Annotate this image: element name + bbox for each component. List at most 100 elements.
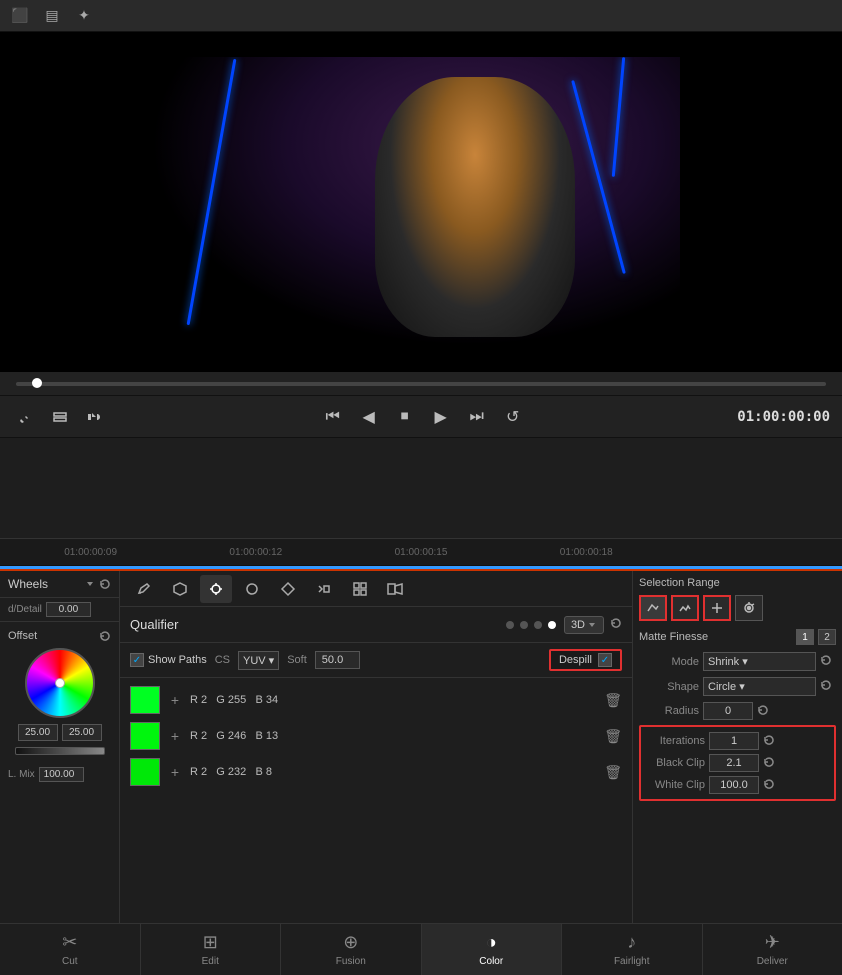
fairlight-icon: ♪	[627, 932, 636, 953]
radius-reset-btn[interactable]	[757, 704, 773, 719]
skip-start-btn[interactable]: ⏮	[319, 403, 347, 431]
cs-chevron-icon: ▾	[269, 655, 275, 667]
shape-select[interactable]: Circle ▾	[703, 677, 816, 696]
iterations-label: Iterations	[645, 735, 705, 747]
cs-label: CS	[215, 654, 230, 666]
delete-color-3-btn[interactable]: 🗑	[604, 764, 622, 781]
white-clip-input[interactable]: 100.0	[709, 776, 759, 794]
audio-btn[interactable]	[80, 403, 108, 431]
lmix-label: L. Mix	[8, 769, 35, 780]
soft-input[interactable]: 50.0	[315, 651, 360, 669]
nav-edit[interactable]: ⊞ Edit	[141, 924, 282, 975]
3d-mode-btn[interactable]: 3D	[564, 616, 604, 634]
show-paths-checkbox[interactable]: ✓ Show Paths	[130, 653, 207, 667]
color-swatch-1[interactable]	[130, 686, 160, 714]
add-color-3-btn[interactable]: +	[166, 763, 184, 781]
timeline-marker-3: 01:00:00:15	[338, 547, 503, 558]
val-box-2[interactable]: 25.00	[62, 724, 102, 741]
val-box-1[interactable]: 25.00	[18, 724, 58, 741]
slider-bar[interactable]	[15, 747, 105, 755]
color-label: Color	[479, 956, 503, 967]
shape-reset-btn[interactable]	[820, 679, 836, 694]
dot-2[interactable]	[520, 621, 528, 629]
shape-label: Shape	[639, 681, 699, 693]
crosshair-tool-btn[interactable]	[200, 575, 232, 603]
layer-btn[interactable]	[46, 403, 74, 431]
qual-reset-icon[interactable]	[610, 617, 622, 632]
next-frame-btn[interactable]: ⏭	[463, 403, 491, 431]
diamond-tool-btn[interactable]	[272, 575, 304, 603]
sel-tool-3-btn[interactable]	[703, 595, 731, 621]
mf-highlighted-group: Iterations 1 Black Clip 2.1	[639, 725, 836, 801]
radius-input[interactable]: 0	[703, 702, 753, 720]
nav-deliver[interactable]: ✈ Deliver	[703, 924, 842, 975]
show-paths-check-box[interactable]: ✓	[130, 653, 144, 667]
nav-fairlight[interactable]: ♪ Fairlight	[562, 924, 703, 975]
dot-4[interactable]	[548, 621, 556, 629]
dot-3[interactable]	[534, 621, 542, 629]
deliver-label: Deliver	[757, 956, 788, 967]
grid-tool-btn[interactable]	[344, 575, 376, 603]
color-wheel[interactable]	[25, 648, 95, 718]
loop-btn[interactable]: ↺	[499, 403, 527, 431]
delete-color-1-btn[interactable]: 🗑	[604, 692, 622, 709]
detail-input[interactable]: 0.00	[46, 602, 91, 617]
eyedropper-btn[interactable]	[12, 403, 40, 431]
hex-tool-btn[interactable]	[164, 575, 196, 603]
white-clip-reset-btn[interactable]	[763, 778, 779, 793]
nav-color[interactable]: ◑ Color	[422, 924, 563, 975]
lmix-input[interactable]: 100.00	[39, 767, 84, 782]
black-clip-row: Black Clip 2.1	[645, 752, 830, 774]
fusion-label: Fusion	[336, 956, 366, 967]
3d-tool-btn[interactable]	[380, 575, 412, 603]
iterations-reset-btn[interactable]	[763, 734, 779, 749]
prev-frame-btn[interactable]: ◀	[355, 403, 383, 431]
color-swatch-3[interactable]	[130, 758, 160, 786]
color-swatch-2[interactable]	[130, 722, 160, 750]
despill-checkbox[interactable]: ✓	[598, 653, 612, 667]
add-color-1-btn[interactable]: +	[166, 691, 184, 709]
radius-label: Radius	[639, 705, 699, 717]
rotate-view-btn[interactable]	[735, 595, 763, 621]
3d-chevron-icon	[587, 620, 597, 630]
detail-row: d/Detail 0.00	[0, 598, 119, 622]
delete-color-2-btn[interactable]: 🗑	[604, 728, 622, 745]
sel-tool-2-btn[interactable]	[671, 595, 699, 621]
nav-cut[interactable]: ✂ Cut	[0, 924, 141, 975]
timeline-thumb[interactable]	[32, 378, 42, 388]
toolbar-icon-2[interactable]: ▤	[40, 4, 64, 28]
add-color-2-btn[interactable]: +	[166, 727, 184, 745]
despill-box: Despill ✓	[549, 649, 622, 671]
stop-btn[interactable]: ⏹	[391, 403, 419, 431]
nav-fusion[interactable]: ⊕ Fusion	[281, 924, 422, 975]
mode-reset-btn[interactable]	[820, 654, 836, 669]
circle-tool-btn[interactable]	[236, 575, 268, 603]
black-clip-reset-btn[interactable]	[763, 756, 779, 771]
video-bg	[150, 57, 680, 347]
rgb-text-1: R 2 G 255 B 34	[190, 694, 278, 706]
dot-1[interactable]	[506, 621, 514, 629]
color-wheel-indicator	[55, 678, 65, 688]
video-canvas	[150, 57, 680, 347]
wheels-reset-icon[interactable]	[99, 578, 111, 590]
mode-select[interactable]: Shrink ▾	[703, 652, 816, 671]
toolbar-icon-3[interactable]: ✦	[72, 4, 96, 28]
matte-badge-1[interactable]: 1	[796, 629, 814, 645]
offset-reset-icon[interactable]	[99, 630, 111, 642]
cut-icon: ✂	[62, 932, 77, 953]
matte-badge-2[interactable]: 2	[818, 629, 836, 645]
wheels-chevron-icon[interactable]	[85, 579, 95, 589]
black-clip-input[interactable]: 2.1	[709, 754, 759, 772]
toolbar-icon-1[interactable]: ⬛	[8, 4, 32, 28]
sel-tool-1-btn[interactable]	[639, 595, 667, 621]
play-btn[interactable]: ▶	[427, 403, 455, 431]
timeline-progress[interactable]	[16, 382, 826, 386]
show-paths-label: Show Paths	[148, 654, 207, 666]
iterations-input[interactable]: 1	[709, 732, 759, 750]
pencil-tool-btn[interactable]	[128, 575, 160, 603]
3d-mode-label: 3D	[571, 619, 585, 631]
rgb-text-2: R 2 G 246 B 13	[190, 730, 278, 742]
cs-select[interactable]: YUV ▾	[238, 651, 279, 670]
matte-finesse-label: Matte Finesse	[639, 631, 708, 643]
gradient-tool-btn[interactable]	[308, 575, 340, 603]
